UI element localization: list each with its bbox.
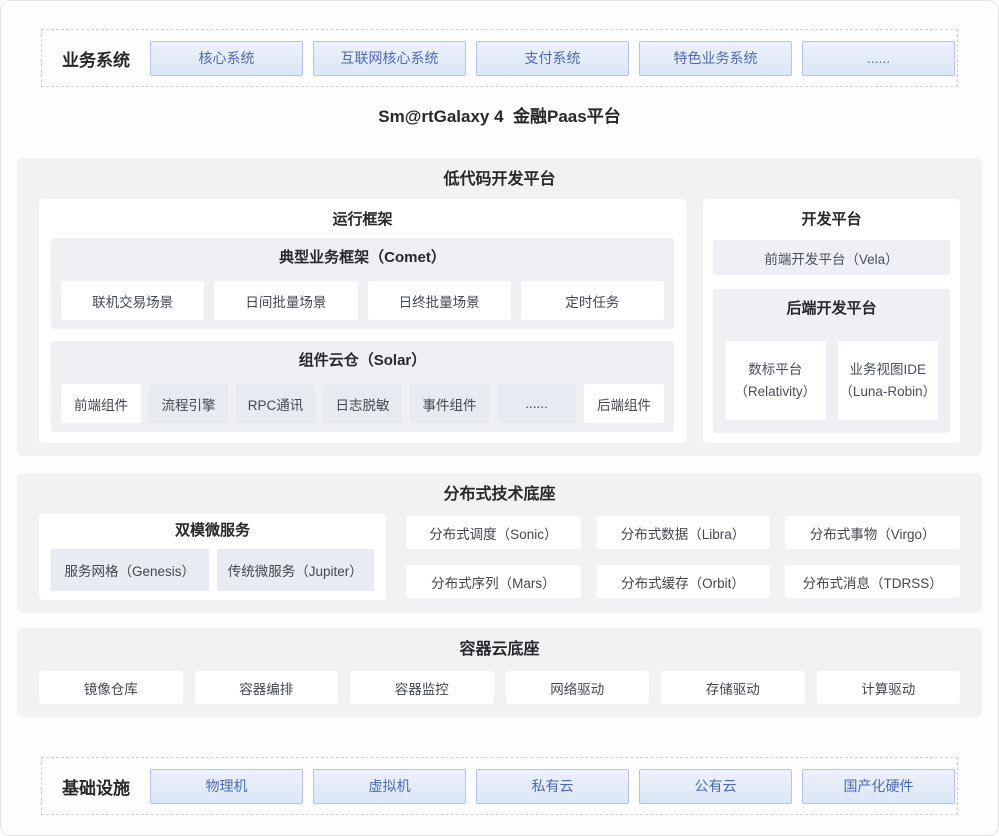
luna-robin-card-codename: （Luna-Robin） [839, 381, 936, 403]
container-cloud-card: 镜像仓库 [39, 671, 183, 704]
comet-item: 定时任务 [521, 281, 664, 320]
comet-framework-panel: 典型业务框架（Comet） 联机交易场景 日间批量场景 日终批量场景 定时任务 [51, 238, 674, 329]
solar-items: 前端组件 流程引擎 RPC通讯 日志脱敏 事件组件 ...... 后端组件 [61, 384, 664, 423]
backend-dev-title: 后端开发平台 [725, 297, 938, 321]
container-cloud-title: 容器云底座 [39, 637, 960, 663]
dualmode-cards: 服务网格（Genesis） 传统微服务（Jupiter） [51, 549, 374, 591]
runtime-framework-title: 运行框架 [51, 208, 674, 232]
solar-chip: 事件组件 [410, 384, 489, 423]
distributed-services-grid: 分布式调度（Sonic） 分布式数据（Libra） 分布式事物（Virgo） 分… [406, 514, 960, 600]
business-system-box: 特色业务系统 [639, 41, 792, 76]
infrastructure-box: 公有云 [639, 769, 792, 804]
solar-item-backend: 后端组件 [584, 384, 664, 423]
comet-item: 日间批量场景 [214, 281, 357, 320]
infrastructure-items: 物理机 虚拟机 私有云 公有云 国产化硬件 [150, 769, 955, 804]
infrastructure-band: 基础设施 物理机 虚拟机 私有云 公有云 国产化硬件 [41, 757, 958, 815]
infrastructure-box: 物理机 [150, 769, 303, 804]
relativity-card-codename: （Relativity） [734, 381, 816, 403]
comet-item: 联机交易场景 [61, 281, 204, 320]
distributed-service-card: 分布式消息（TDRSS） [785, 565, 960, 598]
business-systems-band: 业务系统 核心系统 互联网核心系统 支付系统 特色业务系统 ...... [41, 29, 958, 87]
business-systems-label: 业务系统 [42, 46, 150, 71]
distributed-body: 双模微服务 服务网格（Genesis） 传统微服务（Jupiter） 分布式调度… [39, 514, 960, 600]
distributed-service-card: 分布式序列（Mars） [406, 565, 581, 598]
distributed-service-card: 分布式数据（Libra） [596, 516, 771, 549]
distributed-service-card: 分布式事物（Virgo） [785, 516, 960, 549]
genesis-mesh-card: 服务网格（Genesis） [51, 549, 209, 591]
container-cloud-card: 网络驱动 [506, 671, 650, 704]
container-cloud-card: 容器编排 [195, 671, 339, 704]
infrastructure-box: 国产化硬件 [802, 769, 955, 804]
container-cloud-section: 容器云底座 镜像仓库 容器编排 容器监控 网络驱动 存储驱动 计算驱动 [17, 628, 982, 718]
solar-item-frontend: 前端组件 [61, 384, 141, 423]
comet-framework-title: 典型业务框架（Comet） [61, 246, 664, 270]
dev-platform-panel: 开发平台 前端开发平台（Vela） 后端开发平台 数标平台 （Relativit… [703, 199, 960, 443]
architecture-diagram: 业务系统 核心系统 互联网核心系统 支付系统 特色业务系统 ...... Sm@… [0, 0, 999, 836]
luna-robin-card-name: 业务视图IDE [849, 359, 926, 381]
vela-frontend-card: 前端开发平台（Vela） [713, 240, 950, 275]
container-cloud-card: 存储驱动 [661, 671, 805, 704]
infrastructure-box: 私有云 [476, 769, 629, 804]
business-system-box: 互联网核心系统 [313, 41, 466, 76]
comet-item: 日终批量场景 [368, 281, 511, 320]
business-systems-items: 核心系统 互联网核心系统 支付系统 特色业务系统 ...... [150, 41, 955, 76]
backend-dev-panel: 后端开发平台 数标平台 （Relativity） 业务视图IDE （Luna-R… [713, 289, 950, 433]
runtime-framework-panel: 运行框架 典型业务框架（Comet） 联机交易场景 日间批量场景 日终批量场景 … [39, 199, 686, 443]
relativity-card-name: 数标平台 [748, 359, 802, 381]
lowcode-platform-title: 低代码开发平台 [39, 167, 960, 193]
solar-component-panel: 组件云仓（Solar） 前端组件 流程引擎 RPC通讯 日志脱敏 事件组件 ..… [51, 341, 674, 432]
infrastructure-box: 虚拟机 [313, 769, 466, 804]
backend-dev-cards: 数标平台 （Relativity） 业务视图IDE （Luna-Robin） [725, 341, 938, 420]
dualmode-title: 双模微服务 [51, 519, 374, 543]
distributed-service-card: 分布式缓存（Orbit） [596, 565, 771, 598]
distributed-service-card: 分布式调度（Sonic） [406, 516, 581, 549]
luna-robin-card: 业务视图IDE （Luna-Robin） [838, 341, 939, 420]
dualmode-microservice-panel: 双模微服务 服务网格（Genesis） 传统微服务（Jupiter） [39, 514, 386, 600]
distributed-base-section: 分布式技术底座 双模微服务 服务网格（Genesis） 传统微服务（Jupite… [17, 473, 982, 613]
container-cloud-card: 容器监控 [350, 671, 494, 704]
lowcode-body: 运行框架 典型业务框架（Comet） 联机交易场景 日间批量场景 日终批量场景 … [39, 199, 960, 443]
comet-items: 联机交易场景 日间批量场景 日终批量场景 定时任务 [61, 281, 664, 320]
container-cloud-card: 计算驱动 [817, 671, 961, 704]
solar-component-title: 组件云仓（Solar） [61, 349, 664, 373]
solar-chip: 流程引擎 [149, 384, 228, 423]
business-system-box: ...... [802, 41, 955, 76]
infrastructure-label: 基础设施 [42, 774, 150, 799]
jupiter-microservice-card: 传统微服务（Jupiter） [217, 549, 375, 591]
relativity-card: 数标平台 （Relativity） [725, 341, 826, 420]
container-cloud-items: 镜像仓库 容器编排 容器监控 网络驱动 存储驱动 计算驱动 [39, 671, 960, 704]
dev-platform-title: 开发平台 [713, 208, 950, 232]
business-system-box: 支付系统 [476, 41, 629, 76]
distributed-base-title: 分布式技术底座 [39, 482, 960, 508]
platform-title: Sm@rtGalaxy 4 金融Paas平台 [17, 105, 982, 129]
solar-chip: RPC通讯 [236, 384, 315, 423]
business-system-box: 核心系统 [150, 41, 303, 76]
lowcode-platform-section: 低代码开发平台 运行框架 典型业务框架（Comet） 联机交易场景 日间批量场景… [17, 158, 982, 456]
solar-chip: ...... [497, 384, 576, 423]
solar-chip: 日志脱敏 [323, 384, 402, 423]
